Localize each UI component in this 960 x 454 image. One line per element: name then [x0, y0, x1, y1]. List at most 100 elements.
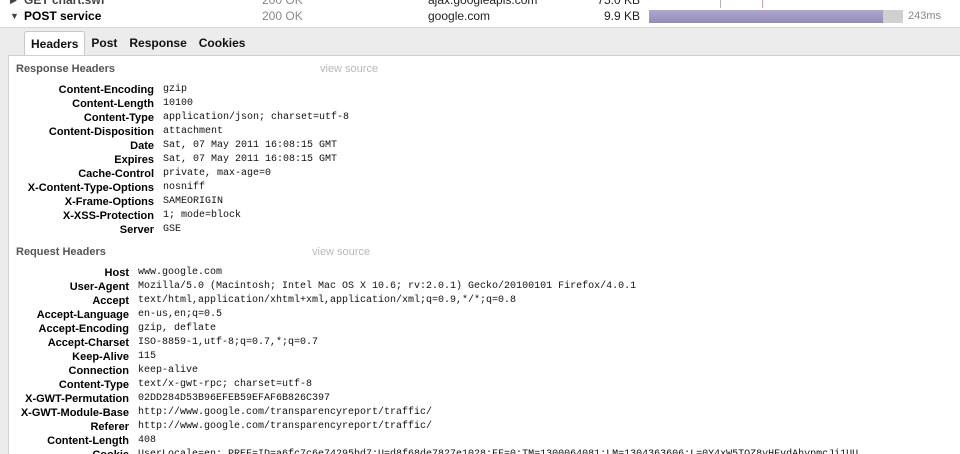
header-name: Referer [90, 421, 129, 433]
header-value: www.google.com [138, 267, 223, 278]
tab-response[interactable]: Response [123, 31, 192, 55]
header-name: Keep-Alive [72, 351, 129, 363]
header-row: Server GSE [9, 223, 349, 237]
header-name: Content-Type [58, 379, 129, 391]
header-row: Referer http://www.google.com/transparenc… [9, 420, 858, 434]
tab-post[interactable]: Post [85, 31, 123, 55]
header-row: User-Agent Mozilla/5.0 (Macintosh; Intel … [9, 280, 858, 294]
header-name: Server [119, 224, 154, 236]
header-value: attachment [163, 126, 224, 137]
header-value: gzip [163, 84, 188, 95]
header-value: http://www.google.com/transparencyreport… [138, 407, 433, 418]
header-row: X-XSS-Protection 1; mode=block [9, 209, 349, 223]
header-name: Expires [114, 154, 154, 166]
timeline-marker-load [762, 0, 763, 8]
tab-headers[interactable]: Headers [24, 31, 86, 55]
header-row: Host www.google.com [9, 266, 858, 280]
response-headers-title: Response Headers [16, 63, 116, 75]
header-row: X-Frame-Options SAMEORIGIN [9, 195, 349, 209]
header-name: Date [130, 140, 154, 152]
header-value: GSE [163, 224, 182, 235]
header-name: Accept-Charset [47, 337, 129, 349]
response-view-source-link[interactable]: view source [320, 61, 378, 77]
header-value: text/html,application/xhtml+xml,applicat… [138, 295, 517, 306]
header-row: Content-Length 408 [9, 434, 858, 448]
request-timeline [649, 10, 903, 23]
header-name: Content-Length [72, 98, 154, 110]
header-row: Accept-Encoding gzip, deflate [9, 322, 858, 336]
request-status: 200 OK [262, 9, 303, 23]
header-value: nosniff [163, 182, 206, 193]
header-name: User-Agent [69, 281, 129, 293]
header-value: http://www.google.com/transparencyreport… [138, 421, 433, 432]
header-value: ISO-8859-1,utf-8;q=0.7,*;q=0.7 [138, 337, 319, 348]
header-row: Accept-Language en-us,en;q=0.5 [9, 308, 858, 322]
response-headers-table: Content-Encoding gzip Content-Length 10100 C… [9, 83, 349, 237]
header-value: 408 [138, 435, 157, 446]
header-value: UserLocale=en; PREF=ID=a6fc7c6e74295bd7:… [138, 448, 858, 454]
header-name: X-GWT-Permutation [25, 393, 129, 405]
header-row: Content-Length 10100 [9, 97, 349, 111]
header-value: SAMEORIGIN [163, 196, 224, 207]
request-headers-table: Host www.google.com User-Agent Mozilla/5.0 … [9, 266, 858, 454]
header-row: Date Sat, 07 May 2011 16:08:15 GMT [9, 139, 349, 153]
header-name: Host [104, 267, 129, 279]
header-row: X-GWT-Permutation 02DD284D53B96EFEB59EFAF… [9, 392, 858, 406]
headers-content: Response Headers view source Content-Enc… [8, 55, 960, 454]
header-name: Accept-Language [36, 309, 129, 321]
header-name: X-GWT-Module-Base [20, 407, 129, 419]
header-name: Content-Type [83, 112, 154, 124]
header-name: X-XSS-Protection [62, 210, 154, 222]
tab-cookies[interactable]: Cookies [193, 31, 252, 55]
header-row: X-Content-Type-Options nosniff [9, 181, 349, 195]
header-name: Cookie [9, 448, 138, 454]
collapse-triangle-icon[interactable]: ▼ [10, 8, 19, 25]
header-row: CookieUserLocale=en; PREF=ID=a6fc7c6e742… [9, 448, 858, 454]
header-name: Accept-Encoding [38, 323, 129, 335]
header-name: X-Frame-Options [64, 196, 154, 208]
header-value: 1; mode=block [163, 210, 242, 221]
header-value: private, max-age=0 [163, 168, 272, 179]
header-value: Sat, 07 May 2011 16:08:15 GMT [163, 140, 338, 151]
request-time: 243ms [908, 10, 942, 22]
request-details-panel: Headers Post Response Cookies Response H… [0, 27, 960, 454]
header-value: Mozilla/5.0 (Macintosh; Intel Mac OS X 1… [138, 281, 637, 292]
header-name: Connection [68, 365, 130, 377]
header-name: Accept [92, 295, 129, 307]
header-value: 10100 [163, 98, 194, 109]
header-row: Accept text/html,application/xhtml+xml,ap… [9, 294, 858, 308]
header-row: Content-Encoding gzip [9, 83, 349, 97]
header-name: X-Content-Type-Options [27, 182, 154, 194]
header-row: X-GWT-Module-Base http://www.google.com/t… [9, 406, 858, 420]
header-name: Content-Encoding [58, 84, 154, 96]
header-row: Content-Type text/x-gwt-rpc; charset=utf-… [9, 378, 858, 392]
header-value: Sat, 07 May 2011 16:08:15 GMT [163, 154, 338, 165]
header-name: Content-Disposition [48, 126, 154, 138]
header-name: Cache-Control [78, 168, 154, 180]
header-row: Keep-Alive 115 [9, 350, 858, 364]
header-value: application/json; charset=utf-8 [163, 112, 350, 123]
header-row: Content-Type application/json; charset=ut… [9, 111, 349, 125]
request-timeline-bar [649, 10, 883, 23]
request-name: POST service [24, 9, 102, 23]
request-headers-title: Request Headers [16, 246, 106, 258]
details-tabs: Headers Post Response Cookies [24, 31, 251, 55]
header-value: en-us,en;q=0.5 [138, 309, 223, 320]
header-row: Expires Sat, 07 May 2011 16:08:15 GMT [9, 153, 349, 167]
request-row-post-service[interactable]: ▼ POST service 200 OK google.com 9.9 KB … [0, 8, 960, 25]
header-value: keep-alive [138, 365, 199, 376]
header-row: Cache-Control private, max-age=0 [9, 167, 349, 181]
header-value: gzip, deflate [138, 323, 217, 334]
header-name: Content-Length [47, 435, 129, 447]
net-panel: ▶ GET chart.swf 200 OK ajax.googleapis.c… [0, 0, 960, 454]
header-row: Connection keep-alive [9, 364, 858, 378]
request-size: 9.9 KB [603, 9, 640, 23]
timeline-marker-dom [720, 0, 721, 8]
header-row: Content-Disposition attachment [9, 125, 349, 139]
header-value: text/x-gwt-rpc; charset=utf-8 [138, 379, 313, 390]
header-value: 02DD284D53B96EFEB59EFAF6B826C397 [138, 393, 331, 404]
request-view-source-link[interactable]: view source [312, 244, 370, 260]
header-row: Accept-Charset ISO-8859-1,utf-8;q=0.7,*;q… [9, 336, 858, 350]
header-value: 115 [138, 351, 157, 362]
request-domain: google.com [428, 9, 491, 23]
